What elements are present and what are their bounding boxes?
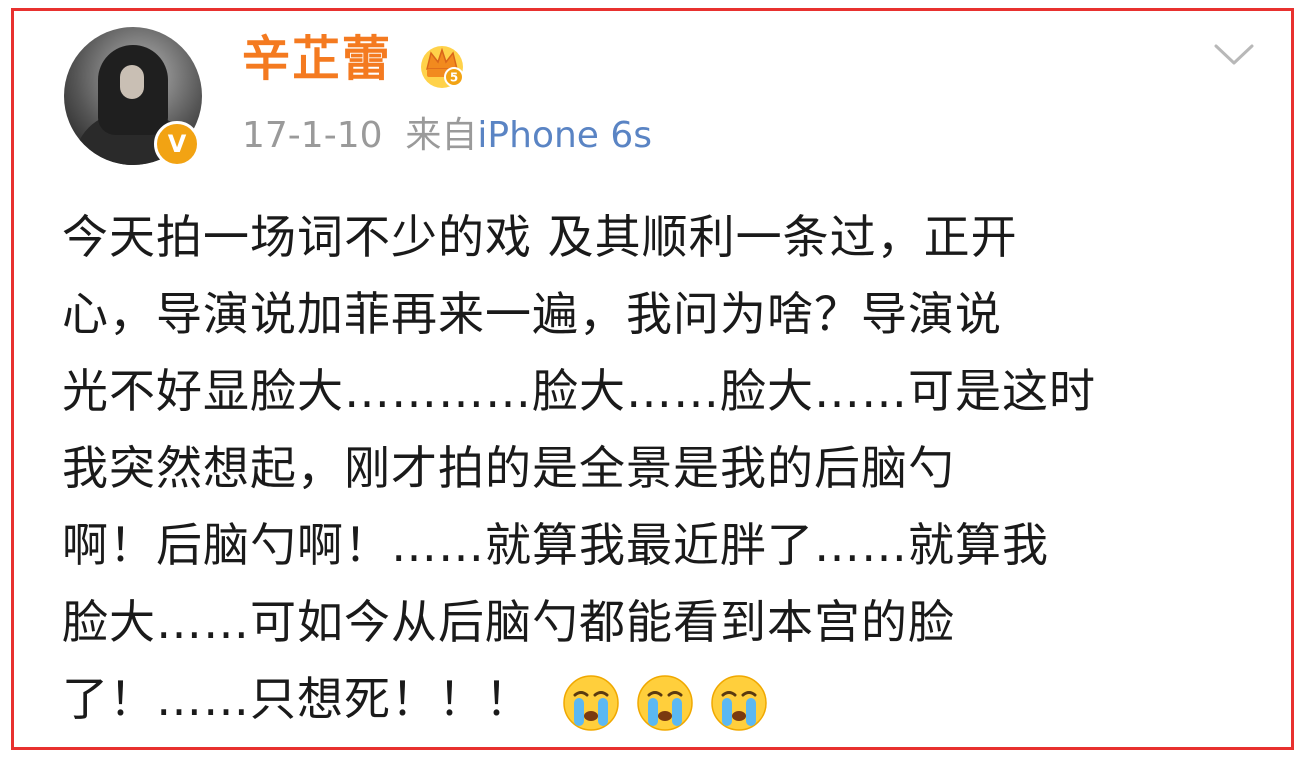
post-text-line: 今天拍一场词不少的戏 及其顺利一条过，正开: [62, 210, 1018, 264]
post-text-line: 我突然想起，刚才拍的是全景是我的后脑勺: [62, 441, 955, 495]
post-text-line: 啊！后脑勺啊！……就算我最近胖了……就算我: [62, 518, 1049, 572]
chevron-down-icon[interactable]: [1212, 41, 1256, 69]
post-text-line: 光不好显脸大…………脸大……脸大……可是这时: [62, 364, 1096, 418]
post-text-line: 脸大……可如今从后脑勺都能看到本宫的脸: [62, 595, 955, 649]
post-meta: 17-1-10 来自iPhone 6s: [242, 114, 652, 157]
emoji-group: [562, 674, 768, 732]
crying-face-icon: [711, 674, 767, 731]
post-device-link[interactable]: iPhone 6s: [477, 115, 652, 156]
post-timestamp: 17-1-10: [242, 115, 383, 156]
verified-badge-letter: V: [167, 130, 187, 158]
crying-face-icon: [637, 674, 693, 731]
member-crown-icon: 5: [421, 46, 464, 88]
post-text-line: 了！……只想死！！！: [62, 672, 532, 726]
weibo-post-card: V 辛芷蕾 5 17-1-10 来自iPhone 6s 今天拍一场词不少的戏 及…: [11, 8, 1294, 750]
username[interactable]: 辛芷蕾: [242, 33, 392, 86]
post-text-line: 心，导演说加菲再来一遍，我问为啥？导演说: [62, 287, 1002, 341]
avatar-face-shape: [120, 65, 144, 99]
verified-badge-icon: V: [154, 121, 200, 167]
member-level-number: 5: [450, 71, 458, 85]
post-source-prefix: 来自: [405, 115, 478, 156]
post-body: 今天拍一场词不少的戏 及其顺利一条过，正开 心，导演说加菲再来一遍，我问为啥？导…: [62, 199, 1262, 738]
crying-face-icon: [563, 674, 619, 731]
post-text-last-line: 了！……只想死！！！: [62, 661, 1262, 738]
